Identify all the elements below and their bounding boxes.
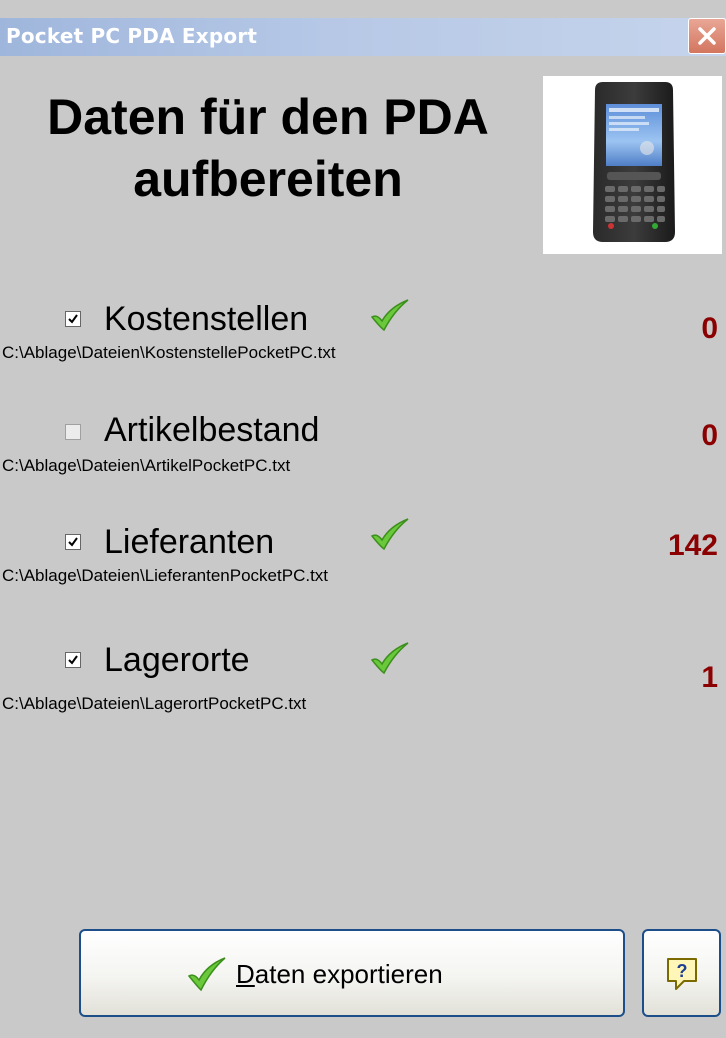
lieferanten-count: 142 [667,529,718,562]
lieferanten-path: C:\Ablage\Dateien\LieferantenPocketPC.tx… [2,566,329,585]
kostenstellen-count: 0 [701,312,718,345]
export-mnemonic: D [236,959,255,989]
lagerorte-path: C:\Ablage\Dateien\LagerortPocketPC.txt [2,694,307,713]
window-title: Pocket PC PDA Export [6,24,258,48]
export-item-lieferanten: Lieferanten 142 C:\Ablage\Dateien\Liefer… [0,518,726,600]
help-button[interactable]: ? [642,929,721,1017]
svg-text:?: ? [677,961,688,981]
checkmark-icon [370,642,409,675]
close-icon [698,27,716,45]
lagerorte-checkbox[interactable] [65,652,81,668]
lagerorte-label: Lagerorte [104,641,250,679]
page-heading: Daten für den PDA aufbereiten [14,86,522,210]
kostenstellen-label: Kostenstellen [104,300,309,338]
checkmark-icon [187,957,226,992]
export-label-text: aten exportieren [254,959,443,989]
lagerorte-count: 1 [701,661,718,694]
artikelbestand-path: C:\Ablage\Dateien\ArtikelPocketPC.txt [2,456,291,475]
checkmark-icon [370,518,409,551]
lieferanten-checkbox[interactable] [65,534,81,550]
lieferanten-label: Lieferanten [104,523,275,561]
kostenstellen-checkbox[interactable] [65,311,81,327]
close-button[interactable] [688,18,726,54]
heading-line-2: aufbereiten [133,151,403,207]
title-bar[interactable]: Pocket PC PDA Export [0,18,726,56]
export-data-label: Daten exportieren [236,959,443,989]
export-window: Pocket PC PDA Export Daten für den PDA a… [0,0,726,1038]
export-data-button[interactable]: Daten exportieren [79,929,625,1017]
artikelbestand-count: 0 [701,419,718,452]
checkbox-check-icon [68,314,78,324]
artikelbestand-checkbox[interactable] [65,424,81,440]
heading-line-1: Daten für den PDA [47,89,489,145]
pda-device-image [543,76,722,254]
checkbox-check-icon [68,537,78,547]
kostenstellen-path: C:\Ablage\Dateien\KostenstellePocketPC.t… [2,343,336,362]
export-item-artikelbestand: Artikelbestand 0 C:\Ablage\Dateien\Artik… [0,410,726,490]
help-icon: ? [667,958,697,990]
export-item-lagerorte: Lagerorte 1 C:\Ablage\Dateien\LagerortPo… [0,640,726,720]
artikelbestand-label: Artikelbestand [104,411,320,449]
pda-device-icon [593,82,675,242]
checkbox-check-icon [68,655,78,665]
checkmark-icon [370,299,409,332]
export-item-kostenstellen: Kostenstellen 0 C:\Ablage\Dateien\Kosten… [0,295,726,375]
